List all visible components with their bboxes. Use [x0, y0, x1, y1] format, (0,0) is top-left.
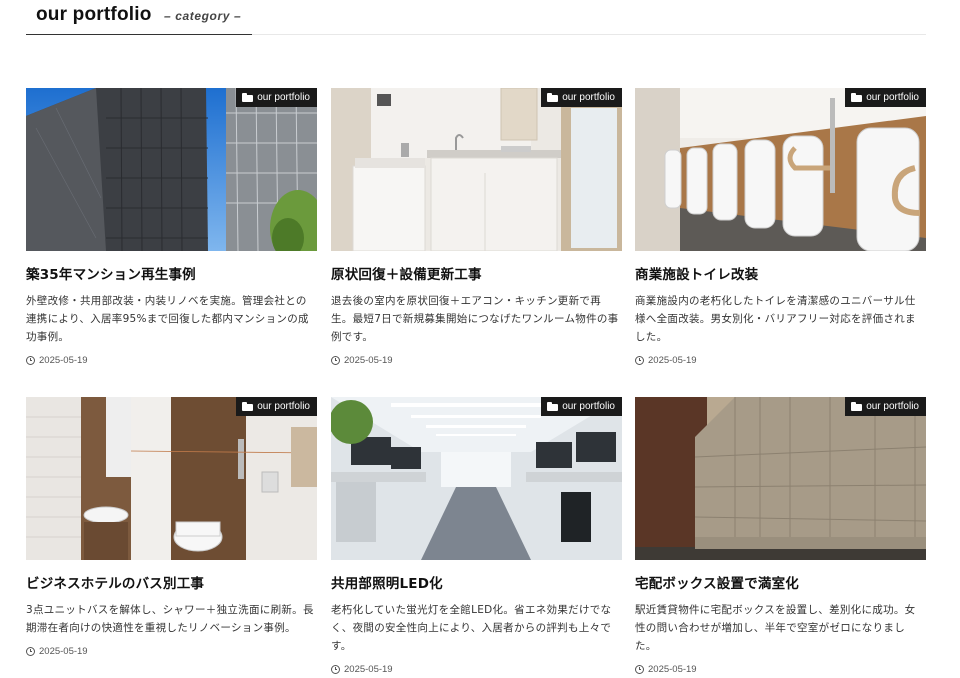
card-date: 2025-05-19: [635, 355, 926, 366]
kitchen-interior-image: [331, 88, 622, 251]
category-badge-label: our portfolio: [866, 401, 919, 412]
card-title[interactable]: 共用部照明LED化: [331, 575, 622, 593]
card-description: 外壁改修・共用部改装・内装リノベを実施。管理会社との連携により、入居率95%まで…: [26, 295, 309, 343]
card-description: 駅近賃貸物件に宅配ボックスを設置し、差別化に成功。女性の問い合わせが増加し、半年…: [635, 604, 916, 652]
category-badge[interactable]: our portfolio: [236, 88, 317, 107]
clock-icon: [26, 647, 35, 656]
folder-icon: [547, 402, 559, 411]
category-badge-label: our portfolio: [257, 401, 310, 412]
clock-icon: [635, 665, 644, 674]
clock-icon: [331, 356, 340, 365]
category-badge[interactable]: our portfolio: [845, 88, 926, 107]
card-thumbnail[interactable]: our portfolio: [635, 88, 926, 251]
category-badge[interactable]: our portfolio: [236, 397, 317, 416]
card-description: 退去後の室内を原状回復＋エアコン・キッチン更新で再生。最短7日で新規募集開始につ…: [331, 295, 619, 343]
category-badge-label: our portfolio: [866, 92, 919, 103]
page-title: our portfolio: [36, 4, 152, 25]
office-lighting-image: [331, 397, 622, 560]
clock-icon: [26, 356, 35, 365]
clock-icon: [635, 356, 644, 365]
card-date: 2025-05-19: [635, 664, 926, 675]
card-date-text: 2025-05-19: [648, 664, 697, 675]
category-badge-label: our portfolio: [562, 92, 615, 103]
card-description: 老朽化していた蛍光灯を全館LED化。省エネ効果だけでなく、夜間の安全性向上により…: [331, 604, 612, 652]
portfolio-card[interactable]: our portfolio 原状回復＋設備更新工事 退去後の室内を原状回復＋エア…: [331, 88, 622, 366]
portfolio-card[interactable]: our portfolio 築35年マンション再生事例 外壁改修・共用部改装・内…: [26, 88, 317, 366]
card-date-text: 2025-05-19: [344, 664, 393, 675]
card-date: 2025-05-19: [331, 664, 622, 675]
page-subtitle: – category –: [164, 9, 242, 23]
folder-icon: [547, 93, 559, 102]
card-title[interactable]: ビジネスホテルのバス別工事: [26, 575, 317, 593]
card-date: 2025-05-19: [26, 646, 317, 657]
card-date: 2025-05-19: [26, 355, 317, 366]
card-title[interactable]: 商業施設トイレ改装: [635, 266, 926, 284]
card-thumbnail[interactable]: our portfolio: [331, 88, 622, 251]
delivery-lockers-image: [635, 397, 926, 560]
card-title[interactable]: 原状回復＋設備更新工事: [331, 266, 622, 284]
portfolio-card[interactable]: our portfolio 共用部照明LED化 老朽化していた蛍光灯を全館LED…: [331, 397, 622, 675]
clock-icon: [331, 665, 340, 674]
card-date-text: 2025-05-19: [39, 355, 88, 366]
folder-icon: [851, 93, 863, 102]
card-thumbnail[interactable]: our portfolio: [331, 397, 622, 560]
card-title[interactable]: 宅配ボックス設置で満室化: [635, 575, 926, 593]
card-date-text: 2025-05-19: [648, 355, 697, 366]
card-date-text: 2025-05-19: [344, 355, 393, 366]
card-thumbnail[interactable]: our portfolio: [635, 397, 926, 560]
card-description: 商業施設内の老朽化したトイレを清潔感のユニバーサル仕様へ全面改装。男女別化・バリ…: [635, 295, 916, 343]
card-description: 3点ユニットバスを解体し、シャワー＋独立洗面に刷新。長期滞在者向けの快適性を重視…: [26, 604, 314, 634]
card-date: 2025-05-19: [331, 355, 622, 366]
category-badge-label: our portfolio: [562, 401, 615, 412]
portfolio-card[interactable]: our portfolio 商業施設トイレ改装 商業施設内の老朽化したトイレを清…: [635, 88, 926, 366]
portfolio-card[interactable]: our portfolio ビジネスホテルのバス別工事 3点ユニットバスを解体し…: [26, 397, 317, 657]
category-badge[interactable]: our portfolio: [541, 397, 622, 416]
category-badge[interactable]: our portfolio: [541, 88, 622, 107]
building-scaffolding-image: [26, 88, 317, 251]
category-badge[interactable]: our portfolio: [845, 397, 926, 416]
portfolio-card[interactable]: our portfolio 宅配ボックス設置で満室化 駅近賃貸物件に宅配ボックス…: [635, 397, 926, 675]
hotel-bathroom-image: [26, 397, 317, 560]
category-badge-label: our portfolio: [257, 92, 310, 103]
page-header: our portfolio – category –: [26, 0, 926, 35]
card-date-text: 2025-05-19: [39, 646, 88, 657]
restroom-urinals-image: [635, 88, 926, 251]
folder-icon: [242, 402, 254, 411]
card-thumbnail[interactable]: our portfolio: [26, 88, 317, 251]
card-title[interactable]: 築35年マンション再生事例: [26, 266, 317, 284]
header-title-block: our portfolio – category –: [26, 0, 252, 35]
card-thumbnail[interactable]: our portfolio: [26, 397, 317, 560]
folder-icon: [242, 93, 254, 102]
folder-icon: [851, 402, 863, 411]
